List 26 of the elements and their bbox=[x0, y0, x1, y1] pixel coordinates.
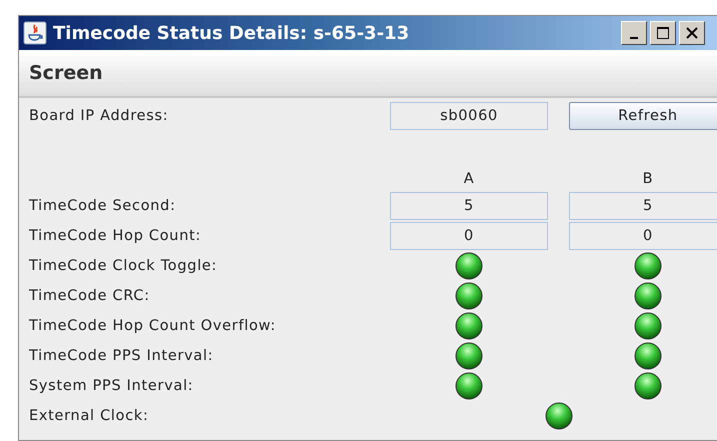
row-label: System PPS Interval: bbox=[29, 378, 194, 394]
value-field: 5 bbox=[390, 192, 548, 220]
row-label: Board IP Address: bbox=[29, 108, 170, 124]
row-label: TimeCode Second: bbox=[29, 198, 177, 214]
ip-address-field[interactable]: sb0060 bbox=[390, 102, 548, 130]
maximize-icon bbox=[656, 26, 670, 40]
row-label: External Clock: bbox=[29, 408, 150, 424]
row-label: TimeCode Hop Count Overflow: bbox=[29, 318, 277, 334]
row-label: TimeCode Clock Toggle: bbox=[29, 258, 218, 274]
minimize-button[interactable] bbox=[621, 21, 647, 45]
value-field: 0 bbox=[569, 222, 717, 250]
close-icon bbox=[686, 27, 698, 39]
close-button[interactable] bbox=[679, 21, 705, 45]
row-label: TimeCode CRC: bbox=[29, 288, 151, 304]
value-field: 5 bbox=[569, 192, 717, 220]
maximize-button[interactable] bbox=[650, 21, 676, 45]
section-header: Screen bbox=[29, 62, 103, 84]
column-header: B bbox=[642, 171, 654, 189]
row-label: TimeCode PPS Interval: bbox=[29, 348, 214, 364]
column-header: A bbox=[462, 171, 476, 189]
refresh-button[interactable]: Refresh bbox=[569, 102, 717, 130]
window-title: Timecode Status Details: s-65-3-13 bbox=[53, 22, 410, 44]
minimize-icon bbox=[630, 37, 638, 39]
value-field: 0 bbox=[390, 222, 548, 250]
app-icon bbox=[23, 21, 47, 45]
row-label: TimeCode Hop Count: bbox=[29, 228, 202, 244]
